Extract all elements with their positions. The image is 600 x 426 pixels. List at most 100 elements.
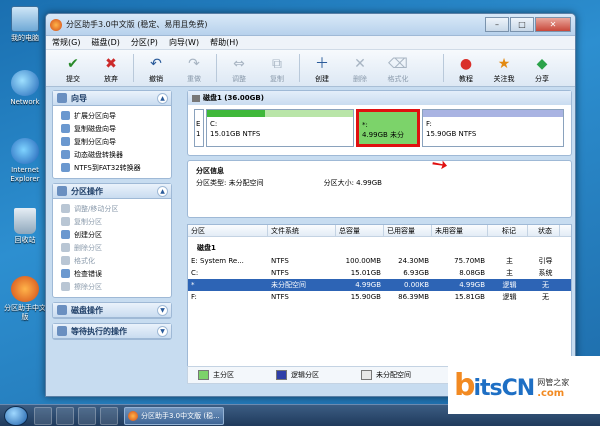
menu-wizard[interactable]: 向导(W) — [169, 37, 199, 48]
partition-info-panel: 分区信息 分区类型: 未分配空间 分区大小: 4.99GB — [187, 160, 572, 218]
app-taskbar-icon[interactable] — [100, 407, 118, 425]
partition-name: C: — [210, 120, 218, 128]
disk-header: 磁盘1 (36.00GB) — [188, 91, 571, 105]
follow-button[interactable]: ★ 关注我 — [485, 51, 523, 86]
desktop-icon-label: Internet Explorer — [10, 166, 40, 183]
desktop-icon-network[interactable]: Network — [4, 70, 46, 107]
ie-taskbar-icon[interactable] — [34, 407, 52, 425]
disk-map: 磁盘1 (36.00GB) E 1 C: 15.01GB NTFS *: 4.9… — [187, 90, 572, 156]
table-row[interactable]: C: NTFS 15.01GB 6.93GB 8.08GB 主 系统 — [188, 267, 571, 279]
column-header[interactable]: 总容量 — [336, 225, 384, 236]
close-button[interactable]: ✕ — [535, 17, 571, 32]
tutorial-icon: ● — [459, 56, 473, 72]
op-wipe-partition[interactable]: 擦除分区 — [61, 280, 167, 293]
table-row[interactable]: F: NTFS 15.90GB 86.39MB 15.81GB 逻辑 无 — [188, 291, 571, 303]
op-format[interactable]: 格式化 — [61, 254, 167, 267]
commit-button[interactable]: ✔ 提交 — [54, 51, 92, 86]
format-button[interactable]: ⌫ 格式化 — [379, 51, 417, 86]
follow-icon: ★ — [497, 56, 511, 72]
unallocated-swatch — [361, 370, 372, 380]
expand-icon[interactable]: ▼ — [157, 304, 168, 316]
legend-logical: 逻辑分区 — [270, 370, 319, 380]
left-pane: 向导 ▲ 扩展分区向导 复制磁盘向导 复制分区向导 动态磁盘转换器 NTFS到F… — [52, 90, 172, 382]
partition-f[interactable]: F: 15.90GB NTFS — [422, 109, 564, 147]
desktop-icon-label: Network — [10, 98, 40, 106]
partition-ops-icon — [57, 186, 67, 196]
start-button[interactable] — [4, 406, 28, 426]
disk-ops-header[interactable]: 磁盘操作 ▼ — [53, 303, 171, 318]
menu-general[interactable]: 常规(G) — [52, 37, 80, 48]
resize-button[interactable]: ⇔ 调整 — [220, 51, 258, 86]
partition-ops-header[interactable]: 分区操作 ▲ — [53, 184, 171, 199]
collapse-icon[interactable]: ▲ — [157, 185, 168, 197]
column-header[interactable]: 状态 — [528, 225, 560, 236]
column-header[interactable]: 未用容量 — [432, 225, 488, 236]
legend-label: 未分配空间 — [376, 371, 411, 379]
redo-button[interactable]: ↷ 重做 — [175, 51, 213, 86]
table-row-selected[interactable]: * 未分配空间 4.99GB 0.00KB 4.99GB 逻辑 无 — [188, 279, 571, 291]
wizard-dynamic-disk[interactable]: 动态磁盘转换器 — [61, 148, 167, 161]
undo-button[interactable]: ↶ 撤销 — [137, 51, 175, 86]
op-resize-move[interactable]: 调整/移动分区 — [61, 202, 167, 215]
partition-e[interactable]: E 1 — [194, 109, 204, 147]
create-button[interactable]: ＋ 创建 — [303, 51, 341, 86]
op-copy-partition[interactable]: 复制分区 — [61, 215, 167, 228]
wizard-section-header[interactable]: 向导 ▲ — [53, 91, 171, 106]
column-header[interactable]: 已用容量 — [384, 225, 432, 236]
toolbar-label: 教程 — [459, 75, 473, 83]
used-fill — [207, 110, 266, 117]
table-cell: NTFS — [271, 293, 289, 301]
collapse-icon[interactable]: ▲ — [157, 92, 168, 104]
computer-icon — [11, 6, 39, 32]
desktop-icon-partition-assistant[interactable]: 分区助手中文版 — [4, 276, 46, 322]
table-row[interactable]: E: System Re... NTFS 100.00MB 24.30MB 75… — [188, 255, 571, 267]
column-header[interactable]: 文件系统 — [268, 225, 336, 236]
discard-button[interactable]: ✖ 放弃 — [92, 51, 130, 86]
pending-ops-icon — [57, 326, 67, 336]
toolbar: ✔ 提交 ✖ 放弃 ↶ 撤销 ↷ 重做 ⇔ 调整 ⧉ 复制 ＋ 创建 ✕ 删除 ⌫ 格式化 ● 教程… — [46, 50, 575, 87]
media-player-taskbar-icon[interactable] — [78, 407, 96, 425]
copy-button[interactable]: ⧉ 复制 — [258, 51, 296, 86]
menu-disk[interactable]: 磁盘(D) — [91, 37, 119, 48]
undo-icon: ↶ — [150, 56, 162, 72]
menu-partition[interactable]: 分区(P) — [131, 37, 158, 48]
commit-icon: ✔ — [67, 56, 79, 72]
toolbar-label: 重做 — [187, 75, 201, 83]
delete-button[interactable]: ✕ 删除 — [341, 51, 379, 86]
desktop-icon-ie[interactable]: Internet Explorer — [4, 138, 46, 184]
op-check-errors[interactable]: 检查错误 — [61, 267, 167, 280]
desktop-icon-recycle-bin[interactable]: 回收站 — [4, 208, 46, 245]
pending-ops-header[interactable]: 等待执行的操作 ▼ — [53, 324, 171, 339]
disk-title: 磁盘1 (36.00GB) — [203, 94, 264, 102]
title-bar[interactable]: 分区助手3.0中文版 (稳定、易用且免费) – □ ✕ — [46, 14, 575, 36]
table-header: 分区 文件系统 总容量 已用容量 未用容量 标记 状态 — [188, 225, 571, 237]
explorer-taskbar-icon[interactable] — [56, 407, 74, 425]
app-logo-icon — [50, 18, 62, 31]
wizard-copy-disk[interactable]: 复制磁盘向导 — [61, 122, 167, 135]
toolbar-label: 提交 — [66, 75, 80, 83]
partition-unallocated[interactable]: *: 4.99GB 未分 — [356, 109, 420, 147]
toolbar-label: 删除 — [353, 75, 367, 83]
share-button[interactable]: ◆ 分享 — [523, 51, 561, 86]
wizard-section: 向导 ▲ 扩展分区向导 复制磁盘向导 复制分区向导 动态磁盘转换器 NTFS到F… — [52, 90, 172, 179]
table-cell: C: — [191, 269, 199, 277]
menu-help[interactable]: 帮助(H) — [210, 37, 238, 48]
partition-c[interactable]: C: 15.01GB NTFS — [206, 109, 354, 147]
wizard-copy-partition[interactable]: 复制分区向导 — [61, 135, 167, 148]
taskbar-app-button[interactable]: 分区助手3.0中文版 (稳... — [124, 407, 224, 425]
column-header[interactable]: 分区 — [188, 225, 268, 236]
toolbar-label: 复制 — [270, 75, 284, 83]
op-delete-partition[interactable]: 删除分区 — [61, 241, 167, 254]
wizard-ntfs-fat32[interactable]: NTFS到FAT32转换器 — [61, 161, 167, 174]
minimize-button[interactable]: – — [485, 17, 509, 32]
column-header[interactable]: 标记 — [488, 225, 528, 236]
maximize-button[interactable]: □ — [510, 17, 534, 32]
wizard-extend-partition[interactable]: 扩展分区向导 — [61, 109, 167, 122]
desktop-icon-my-computer[interactable]: 我的电脑 — [4, 6, 46, 43]
expand-icon[interactable]: ▼ — [157, 325, 168, 337]
dynamic-disk-icon — [61, 150, 70, 159]
op-create-partition[interactable]: 创建分区 — [61, 228, 167, 241]
item-label: 复制分区 — [74, 217, 102, 226]
network-icon — [11, 70, 39, 96]
tutorial-button[interactable]: ● 教程 — [447, 51, 485, 86]
